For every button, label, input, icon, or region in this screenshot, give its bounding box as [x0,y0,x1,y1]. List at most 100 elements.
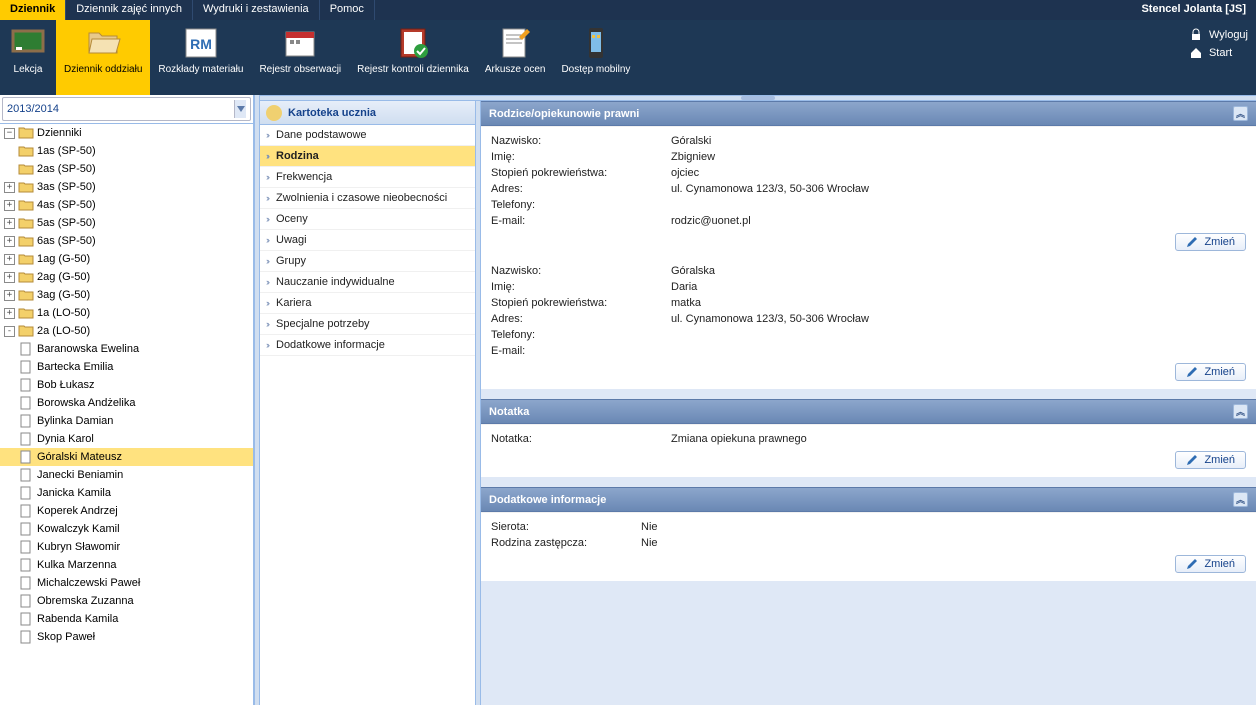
chevron-icon: ›› [266,130,268,140]
content-wrap: Rodzice/opiekunowie prawni ︽ Nazwisko:Gó… [481,101,1256,705]
phone-icon [578,25,614,61]
ribbon-dostep-mobilny[interactable]: Dostęp mobilny [553,20,638,95]
collapse-icon[interactable]: − [4,128,15,139]
tree-student[interactable]: Janecki Beniamin [0,466,253,484]
change-button[interactable]: Zmień [1175,233,1246,251]
body-layout: 2013/2014 − Dzienniki 1as (SP-50) 2as (S… [0,95,1256,705]
lock-icon [1189,28,1203,42]
chevron-icon: ›› [266,340,268,350]
chevron-icon: ›› [266,193,268,203]
tree-student[interactable]: Skop Paweł [0,628,253,646]
nav-item[interactable]: ››Dodatkowe informacje [260,335,475,356]
tree-class[interactable]: 2as (SP-50) [0,160,253,178]
tree-scroll[interactable]: − Dzienniki 1as (SP-50) 2as (SP-50) +3as… [0,123,253,705]
tree-student[interactable]: Kulka Marzenna [0,556,253,574]
ribbon-rozklady[interactable]: RM Rozkłady materiału [150,20,251,95]
tree-student[interactable]: Bartecka Emilia [0,358,253,376]
menu-tab-wydruki[interactable]: Wydruki i zestawienia [193,0,320,20]
menu-tab-dziennik[interactable]: Dziennik [0,0,66,20]
file-icon [18,396,34,410]
tree-class[interactable]: +6as (SP-50) [0,232,253,250]
folder-icon [18,306,34,320]
menubar: Dziennik Dziennik zajęć innych Wydruki i… [0,0,1256,20]
sheet-edit-icon [497,25,533,61]
svg-text:RM: RM [190,36,212,52]
expand-icon[interactable]: + [4,290,15,301]
folder-icon [18,162,34,176]
tree-class[interactable]: 1as (SP-50) [0,142,253,160]
tree-student[interactable]: Baranowska Ewelina [0,340,253,358]
expand-icon[interactable]: + [4,272,15,283]
collapse-icon[interactable]: - [4,326,15,337]
tree-student[interactable]: Kubryn Sławomir [0,538,253,556]
expand-icon[interactable]: + [4,236,15,247]
tree-student[interactable]: Bylinka Damian [0,412,253,430]
kartoteka-nav: ››Dane podstawowe ››Rodzina ››Frekwencja… [260,125,475,356]
nav-item[interactable]: ››Specjalne potrzeby [260,314,475,335]
tree-class-open[interactable]: -2a (LO-50) [0,322,253,340]
nav-item[interactable]: ››Nauczanie indywidualne [260,272,475,293]
nav-item[interactable]: ››Uwagi [260,230,475,251]
tree-class[interactable]: +3ag (G-50) [0,286,253,304]
ribbon-rejestr-kontroli[interactable]: Rejestr kontroli dziennika [349,20,477,95]
ribbon-lekcja[interactable]: Lekcja [0,20,56,95]
tree-student[interactable]: Rabenda Kamila [0,610,253,628]
ribbon-dziennik-oddzialu[interactable]: Dziennik oddziału [56,20,150,95]
collapse-section-icon[interactable]: ︽ [1233,492,1248,507]
tree-root[interactable]: − Dzienniki [0,124,253,142]
field-firstname: Imię:Daria [491,279,1246,295]
collapse-section-icon[interactable]: ︽ [1233,106,1248,121]
file-icon [18,360,34,374]
tree-class[interactable]: +4as (SP-50) [0,196,253,214]
logout-link[interactable]: Wyloguj [1189,26,1248,44]
expand-icon[interactable]: + [4,182,15,193]
tree-class[interactable]: +3as (SP-50) [0,178,253,196]
expand-icon[interactable]: + [4,200,15,211]
pencil-icon [1186,454,1198,466]
chevron-icon: ›› [266,235,268,245]
tree-class[interactable]: +5as (SP-50) [0,214,253,232]
tree-class[interactable]: +2ag (G-50) [0,268,253,286]
tree-student[interactable]: Michalczewski Paweł [0,574,253,592]
file-icon [18,612,34,626]
tree-class[interactable]: +1a (LO-50) [0,304,253,322]
chevron-icon: ›› [266,319,268,329]
file-icon [18,486,34,500]
menu-tab-dziennik-innych[interactable]: Dziennik zajęć innych [66,0,193,20]
nav-item[interactable]: ››Grupy [260,251,475,272]
tree-class[interactable]: +1ag (G-50) [0,250,253,268]
nav-item[interactable]: ››Frekwencja [260,167,475,188]
section-header-extra: Dodatkowe informacje ︽ [481,487,1256,512]
menu-tab-pomoc[interactable]: Pomoc [320,0,375,20]
tree-student[interactable]: Kowalczyk Kamil [0,520,253,538]
tree-student[interactable]: Bob Łukasz [0,376,253,394]
ribbon-rejestr-obserwacji[interactable]: Rejestr obserwacji [251,20,349,95]
content-scroll[interactable]: Rodzice/opiekunowie prawni ︽ Nazwisko:Gó… [481,101,1256,705]
tree-student[interactable]: Obremska Zuzanna [0,592,253,610]
tree-student-selected[interactable]: Góralski Mateusz [0,448,253,466]
nav-item[interactable]: ››Kariera [260,293,475,314]
expand-icon[interactable]: + [4,218,15,229]
change-button[interactable]: Zmień [1175,451,1246,469]
collapse-section-icon[interactable]: ︽ [1233,404,1248,419]
nav-item-selected[interactable]: ››Rodzina [260,146,475,167]
start-link[interactable]: Start [1189,44,1248,62]
expand-icon[interactable]: + [4,254,15,265]
nav-item[interactable]: ››Dane podstawowe [260,125,475,146]
field-note: Notatka:Zmiana opiekuna prawnego [491,431,1246,447]
nav-item[interactable]: ››Zwolnienia i czasowe nieobecności [260,188,475,209]
change-button[interactable]: Zmień [1175,555,1246,573]
tree-student[interactable]: Borowska Andżelika [0,394,253,412]
home-icon [1189,46,1203,60]
tree-student[interactable]: Janicka Kamila [0,484,253,502]
field-relation: Stopień pokrewieństwa:ojciec [491,165,1246,181]
tree-student[interactable]: Koperek Andrzej [0,502,253,520]
change-button[interactable]: Zmień [1175,363,1246,381]
file-icon [18,414,34,428]
nav-item[interactable]: ››Oceny [260,209,475,230]
pencil-icon [1186,236,1198,248]
expand-icon[interactable]: + [4,308,15,319]
schoolyear-select[interactable]: 2013/2014 [2,97,251,121]
tree-student[interactable]: Dynia Karol [0,430,253,448]
ribbon-arkusze-ocen[interactable]: Arkusze ocen [477,20,554,95]
